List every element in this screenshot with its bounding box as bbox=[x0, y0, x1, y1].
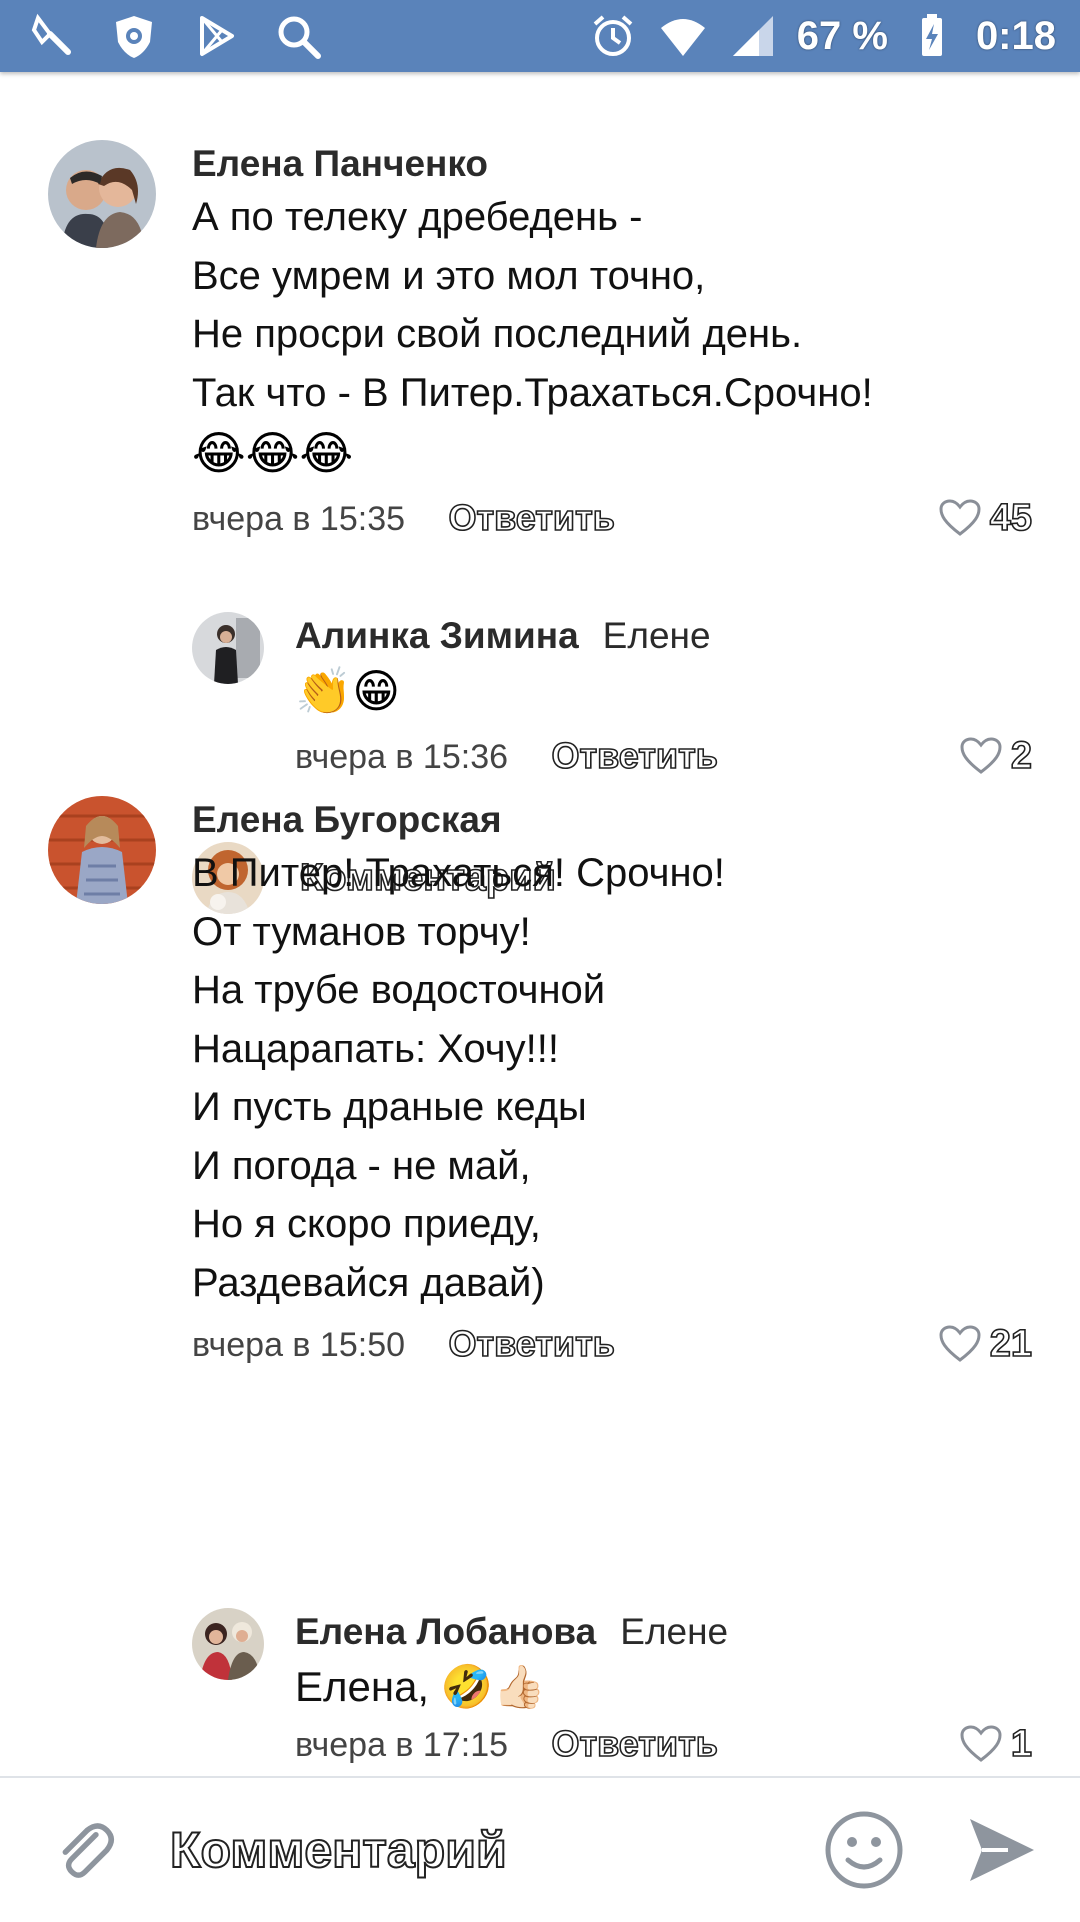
comment-text: Елена, 🤣👍🏻 bbox=[295, 1663, 546, 1710]
heart-icon bbox=[960, 1725, 1002, 1762]
cleaner-icon bbox=[26, 10, 78, 62]
heart-icon bbox=[939, 499, 981, 536]
alarm-icon bbox=[587, 10, 639, 62]
reply-button[interactable]: Ответить bbox=[448, 496, 616, 539]
search-icon bbox=[272, 10, 324, 62]
battery-percent: 67 % bbox=[796, 13, 888, 58]
paperclip-icon[interactable] bbox=[40, 1805, 130, 1895]
like-button[interactable]: 45 bbox=[938, 492, 1033, 544]
heart-icon bbox=[960, 737, 1002, 774]
comment-emoji: 😂😂😂 bbox=[192, 427, 354, 479]
reply-button[interactable]: Ответить bbox=[551, 734, 719, 777]
send-icon[interactable] bbox=[962, 1811, 1040, 1889]
comment-time: вчера в 15:35 bbox=[192, 500, 406, 538]
like-button[interactable]: 21 bbox=[938, 1318, 1033, 1370]
comments-feed[interactable]: Елена Панченко А по телеку дребедень - В… bbox=[0, 72, 1080, 1776]
like-count: 2 bbox=[1010, 734, 1033, 778]
like-count: 21 bbox=[989, 1322, 1033, 1366]
comment-author[interactable]: Алинка Зимина bbox=[295, 615, 579, 656]
comment-emoji: 👏😁 bbox=[295, 665, 401, 717]
reply-to[interactable]: Елене bbox=[603, 615, 711, 656]
comment-text: В Питер! Трахаться! Срочно! От туманов т… bbox=[192, 851, 725, 1305]
comment-time: вчера в 15:36 bbox=[295, 738, 509, 776]
avatar[interactable] bbox=[48, 140, 156, 248]
comment-time: вчера в 15:50 bbox=[192, 1326, 406, 1364]
avatar[interactable] bbox=[48, 796, 156, 904]
comment-input-bar: Комментарий bbox=[0, 1776, 1080, 1922]
heart-icon bbox=[939, 1325, 981, 1362]
battery-charging-icon bbox=[906, 10, 958, 62]
wifi-icon bbox=[657, 10, 709, 62]
status-bar: 67 % 0:18 bbox=[0, 0, 1080, 72]
comment-time: вчера в 17:15 bbox=[295, 1726, 509, 1764]
comment-text: А по телеку дребедень - Все умрем и это … bbox=[192, 195, 873, 415]
reply-button[interactable]: Ответить bbox=[551, 1722, 719, 1765]
dr-web-icon bbox=[108, 10, 160, 62]
comment-author[interactable]: Елена Лобанова bbox=[295, 1611, 596, 1652]
reply-button[interactable]: Ответить bbox=[448, 1322, 616, 1365]
signal-icon bbox=[727, 10, 779, 62]
reply-to[interactable]: Елене bbox=[620, 1611, 728, 1652]
like-count: 45 bbox=[989, 496, 1033, 540]
avatar[interactable] bbox=[192, 1608, 264, 1680]
clock: 0:18 bbox=[975, 13, 1056, 58]
like-button[interactable]: 2 bbox=[959, 730, 1033, 782]
like-count: 1 bbox=[1010, 1722, 1033, 1766]
comment-author[interactable]: Елена Панченко bbox=[192, 140, 1032, 188]
smiley-icon[interactable] bbox=[822, 1808, 906, 1892]
avatar[interactable] bbox=[192, 612, 264, 684]
comment-author[interactable]: Елена Бугорская bbox=[192, 796, 1032, 844]
comment-input[interactable]: Комментарий bbox=[169, 1821, 822, 1879]
play-store-icon bbox=[190, 10, 242, 62]
like-button[interactable]: 1 bbox=[959, 1718, 1033, 1770]
